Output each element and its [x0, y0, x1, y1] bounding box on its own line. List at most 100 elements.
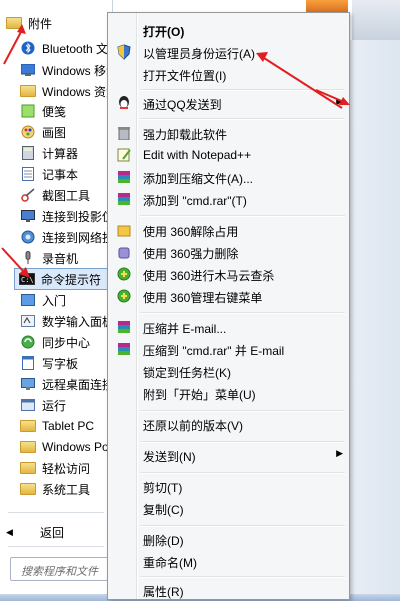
notepad-icon [20, 166, 36, 182]
menu-delete[interactable]: 删除(D) [110, 528, 347, 550]
menu-separator [140, 576, 345, 578]
menu-360-trojan-scan[interactable]: 使用 360进行木马云查杀 [110, 263, 347, 285]
menu-separator [140, 312, 345, 314]
menu-edit-with-notepad-plus-plus[interactable]: Edit with Notepad++ [110, 144, 347, 166]
winrar-icon [116, 169, 132, 185]
program-bluetooth[interactable]: Bluetooth 文件传送 [2, 38, 110, 58]
start-menu-separator [8, 546, 104, 547]
menu-360-unlock[interactable]: 使用 360解除占用 [110, 219, 347, 241]
program-getting-started[interactable]: 入门 [2, 290, 110, 310]
menu-restore-previous-versions[interactable]: 还原以前的版本(V) [110, 413, 347, 435]
program-folder-accessories[interactable]: 附件 [2, 13, 110, 33]
program-wordpad[interactable]: 写字板 [2, 353, 110, 373]
menu-separator [140, 215, 345, 217]
trash-icon [116, 125, 132, 141]
folder-icon [20, 460, 36, 476]
search-input[interactable]: 搜索程序和文件 [10, 557, 112, 581]
winrar-icon [116, 341, 132, 357]
snipping-icon [20, 187, 36, 203]
folder-icon [6, 15, 22, 31]
start-menu-right-panel [350, 40, 400, 600]
menu-copy[interactable]: 复制(C) [110, 497, 347, 519]
program-connect-projector[interactable]: 连接到投影仪 [2, 206, 110, 226]
menu-add-to-archive[interactable]: 添加到压缩文件(A)... [110, 166, 347, 188]
sticky-notes-icon [20, 103, 36, 119]
program-folder-system-tools[interactable]: 系统工具 [2, 479, 110, 499]
calculator-icon [20, 145, 36, 161]
program-windows-mobility-center[interactable]: Windows 移动中心 [2, 60, 110, 80]
projector-icon [20, 208, 36, 224]
menu-run-as-admin[interactable]: 以管理员身份运行(A) [110, 41, 347, 63]
program-remote-desktop[interactable]: 远程桌面连接 [2, 374, 110, 394]
window-titlebar-fragment [352, 0, 400, 40]
qq-icon [116, 95, 132, 111]
remote-desktop-icon [20, 376, 36, 392]
wordpad-icon [20, 355, 36, 371]
menu-separator [140, 118, 345, 120]
program-folder-ease-of-access[interactable]: 轻松访问 [2, 458, 110, 478]
menu-pin-to-taskbar[interactable]: 锁定到任务栏(K) [110, 360, 347, 382]
menu-open[interactable]: 打开(O) [110, 19, 347, 41]
program-sync-center[interactable]: 同步中心 [2, 332, 110, 352]
folder-icon [20, 439, 36, 455]
context-menu: 打开(O) 以管理员身份运行(A) 打开文件位置(I) 通过QQ发送到 ▶ 强力… [107, 12, 350, 600]
menu-separator [140, 525, 345, 527]
winrar-icon [116, 191, 132, 207]
program-paint[interactable]: 画图 [2, 122, 110, 142]
program-notepad[interactable]: 记事本 [2, 164, 110, 184]
menu-pin-to-start-menu[interactable]: 附到「开始」菜单(U) [110, 382, 347, 404]
menu-rename[interactable]: 重命名(M) [110, 550, 347, 572]
program-folder-tablet-pc[interactable]: Tablet PC [2, 416, 110, 436]
menu-360-force-delete[interactable]: 使用 360强力删除 [110, 241, 347, 263]
paint-icon [20, 124, 36, 140]
program-sound-recorder[interactable]: 录音机 [2, 248, 110, 268]
menu-separator [140, 441, 345, 443]
getting-started-icon [20, 292, 36, 308]
360-menu-icon [116, 288, 132, 304]
windows-icon [20, 62, 36, 78]
menu-compress-to-cmd-rar-and-email[interactable]: 压缩到 "cmd.rar" 并 E-mail [110, 338, 347, 360]
explorer-icon [20, 83, 36, 99]
submenu-arrow-icon: ▶ [336, 448, 343, 458]
menu-add-to-cmd-rar[interactable]: 添加到 "cmd.rar"(T) [110, 188, 347, 210]
menu-send-to[interactable]: 发送到(N) ▶ [110, 444, 347, 466]
360-unlock-icon [116, 222, 132, 238]
bluetooth-icon [20, 40, 36, 56]
sync-icon [20, 334, 36, 350]
menu-open-file-location[interactable]: 打开文件位置(I) [110, 63, 347, 85]
shield-icon [116, 44, 132, 60]
submenu-arrow-icon: ▶ [336, 96, 343, 106]
start-menu-programs-list: 附件 Bluetooth 文件传送 Windows 移动中心 Windows 资… [0, 0, 113, 601]
cmd-icon: C:\ [19, 271, 35, 287]
360-delete-icon [116, 244, 132, 260]
program-sticky-notes[interactable]: 便笺 [2, 101, 110, 121]
folder-icon [20, 481, 36, 497]
program-windows-explorer[interactable]: Windows 资源管理器 [2, 81, 110, 101]
program-math-input-panel[interactable]: 数学输入面板 [2, 311, 110, 331]
program-connect-network-projector[interactable]: 连接到网络投影仪 [2, 227, 110, 247]
program-snipping-tool[interactable]: 截图工具 [2, 185, 110, 205]
math-input-icon [20, 313, 36, 329]
program-run[interactable]: 运行 [2, 395, 110, 415]
program-folder-windows-powershell[interactable]: Windows PowerShell [2, 437, 110, 457]
menu-separator [140, 89, 345, 91]
microphone-icon [20, 250, 36, 266]
winrar-icon [116, 319, 132, 335]
start-menu-separator [8, 512, 104, 513]
network-projector-icon [20, 229, 36, 245]
svg-text:C:\: C:\ [21, 276, 34, 284]
menu-separator [140, 472, 345, 474]
menu-360-manage-context-menu[interactable]: 使用 360管理右键菜单 [110, 285, 347, 307]
menu-properties[interactable]: 属性(R) [110, 579, 347, 601]
menu-cut[interactable]: 剪切(T) [110, 475, 347, 497]
program-calculator[interactable]: 计算器 [2, 143, 110, 163]
program-command-prompt[interactable]: C:\ 命令提示符 [14, 268, 110, 290]
menu-compress-and-email[interactable]: 压缩并 E-mail... [110, 316, 347, 338]
back-arrow-icon: ◀ [6, 526, 13, 537]
back-button[interactable]: ◀ 返回 [6, 522, 106, 542]
run-icon [20, 397, 36, 413]
360-scan-icon [116, 266, 132, 282]
menu-force-uninstall[interactable]: 强力卸载此软件 [110, 122, 347, 144]
menu-send-via-qq[interactable]: 通过QQ发送到 ▶ [110, 92, 347, 114]
notepad-plus-icon [116, 147, 132, 163]
